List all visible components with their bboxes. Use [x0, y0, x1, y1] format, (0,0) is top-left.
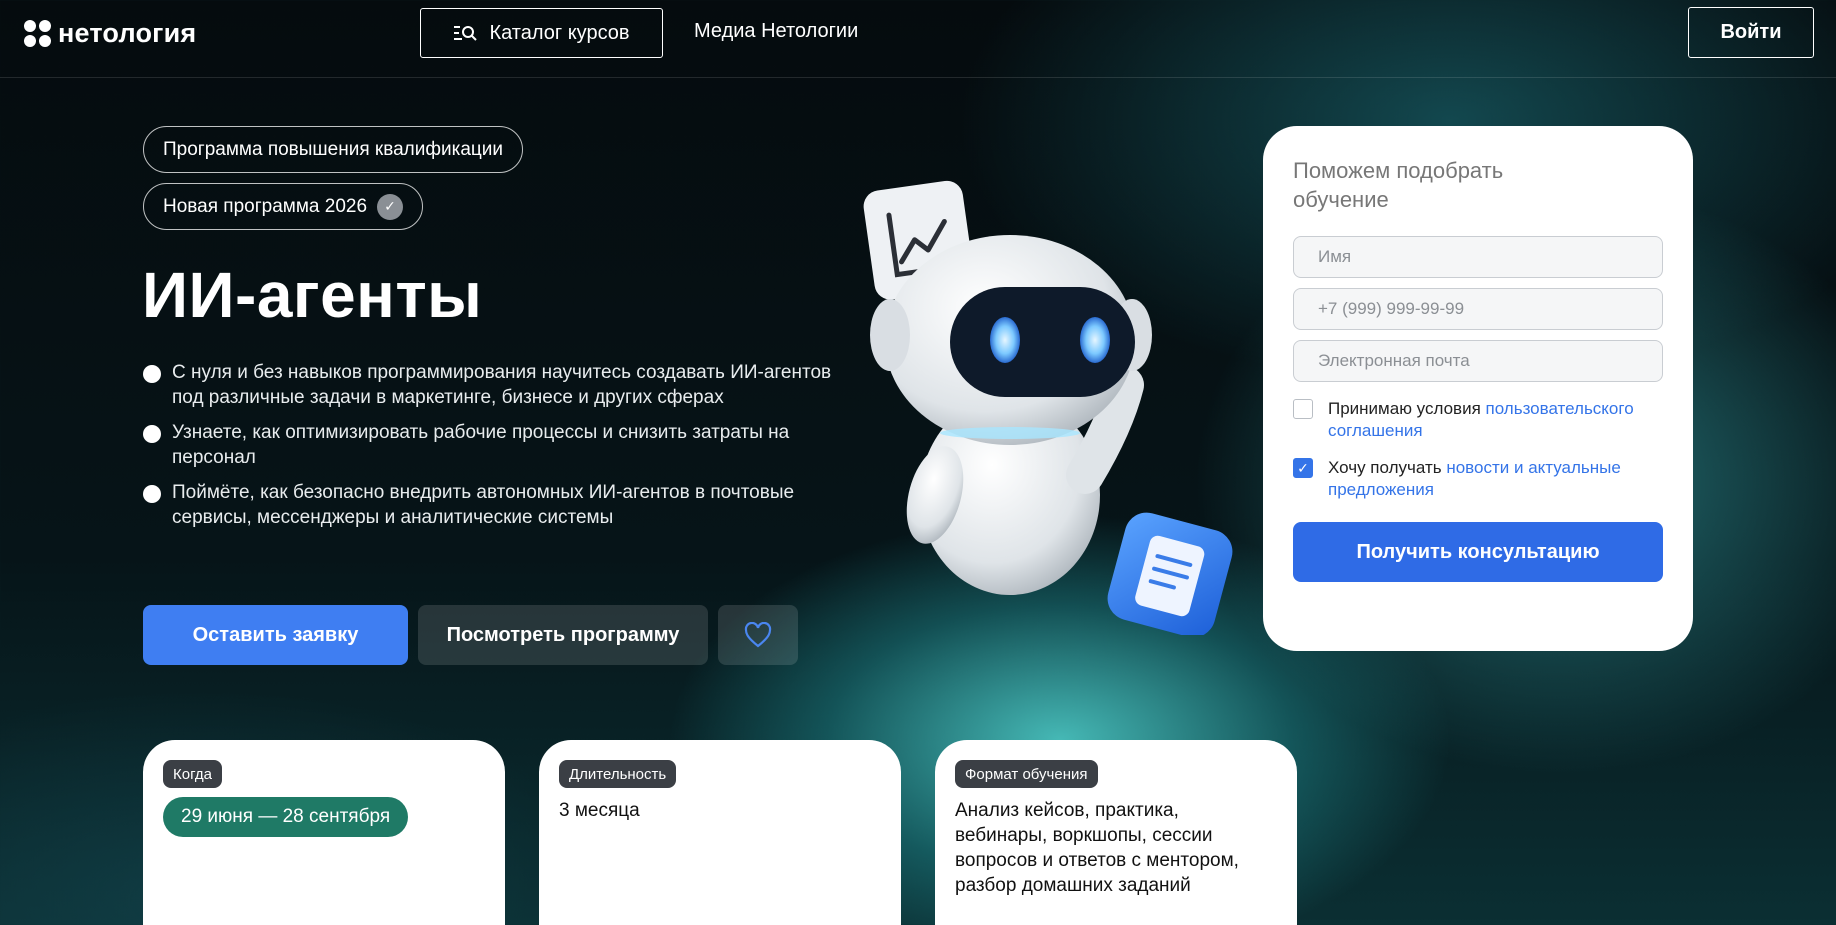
get-consultation-button[interactable]: Получить консультацию	[1293, 522, 1663, 582]
robot-illustration	[863, 180, 1233, 635]
benefits-list: С нуля и без навыков программирования на…	[142, 360, 832, 540]
duration-value: 3 месяца	[559, 800, 640, 821]
email-field[interactable]	[1293, 340, 1663, 382]
dates-badge: 29 июня — 28 сентября	[163, 797, 409, 837]
info-card-format: Формат обучения Анализ кейсов, практика,…	[935, 740, 1297, 925]
benefit-item: С нуля и без навыков программирования на…	[142, 360, 832, 410]
news-label: Хочу получать	[1328, 458, 1447, 477]
when-tag: Когда	[163, 760, 222, 788]
terms-checkbox[interactable]	[1293, 399, 1313, 419]
catalog-label: Каталог курсов	[489, 21, 630, 44]
check-icon: ✓	[1297, 460, 1309, 476]
name-field[interactable]	[1293, 236, 1663, 278]
new-program-label: Новая программа 2026	[163, 195, 368, 217]
news-text: Хочу получать новости и актуальные предл…	[1328, 457, 1673, 501]
format-value: Анализ кейсов, практика, вебинары, воркш…	[955, 800, 1239, 896]
new-program-badge: Новая программа 2026 ✓	[143, 183, 424, 230]
news-consent: ✓ Хочу получать новости и актуальные пре…	[1293, 457, 1673, 501]
duration-tag: Длительность	[559, 760, 677, 788]
benefit-item: Узнаете, как оптимизировать рабочие проц…	[142, 420, 832, 470]
consultation-form: Поможем подобрать обучение Принимаю усло…	[1263, 126, 1693, 651]
apply-button[interactable]: Оставить заявку	[143, 605, 408, 665]
check-badge-icon: ✓	[377, 193, 404, 220]
search-list-icon	[454, 26, 478, 41]
favorite-button[interactable]	[718, 605, 798, 665]
terms-consent: Принимаю условия пользовательского согла…	[1293, 398, 1673, 442]
phone-field[interactable]	[1293, 288, 1663, 330]
page-title: ИИ-агенты	[142, 259, 483, 331]
login-button[interactable]: Войти	[1688, 7, 1814, 58]
catalog-button[interactable]: Каталог курсов	[420, 8, 663, 58]
info-card-when: Когда 29 июня — 28 сентября	[143, 740, 505, 925]
format-tag: Формат обучения	[955, 760, 1098, 788]
program-type-label: Программа повышения квалификации	[163, 138, 504, 160]
terms-label: Принимаю условия	[1328, 399, 1486, 418]
logo-text: нетология	[58, 18, 197, 48]
heart-icon	[744, 622, 772, 648]
terms-text: Принимаю условия пользовательского согла…	[1328, 398, 1673, 442]
program-type-badge: Программа повышения квалификации	[143, 126, 524, 173]
site-header: нетология Каталог курсов Медиа Нетологии…	[0, 0, 1836, 78]
logo-icon	[24, 19, 52, 48]
form-title: Поможем подобрать обучение	[1293, 158, 1504, 212]
info-card-duration: Длительность 3 месяца	[539, 740, 901, 925]
view-program-button[interactable]: Посмотреть программу	[418, 605, 708, 665]
benefit-item: Поймёте, как безопасно внедрить автономн…	[142, 480, 832, 530]
logo[interactable]: нетология	[24, 18, 196, 49]
media-link[interactable]: Медиа Нетологии	[694, 20, 858, 43]
news-checkbox[interactable]: ✓	[1293, 458, 1313, 478]
